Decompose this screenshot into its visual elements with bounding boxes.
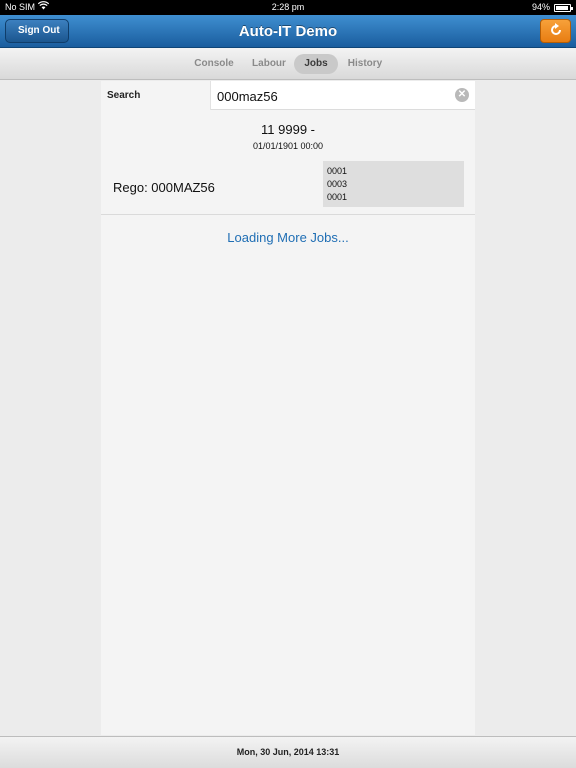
- job-code: 0001: [327, 166, 348, 176]
- tab-history[interactable]: History: [342, 54, 388, 74]
- jobs-panel: Search ✕ 11 9999 - 01/01/1901 00:00 Rego…: [101, 81, 475, 735]
- status-bar: No SIM 2:28 pm 94%: [0, 0, 576, 15]
- search-label: Search: [107, 90, 141, 101]
- job-date: 01/01/1901 00:00: [252, 141, 324, 151]
- job-number: 11 9999 -: [261, 122, 315, 137]
- clear-icon[interactable]: ✕: [455, 88, 469, 102]
- tab-labour[interactable]: Labour: [248, 54, 290, 74]
- footer-bar: Mon, 30 Jun, 2014 13:31: [0, 736, 576, 768]
- job-rego: Rego: 000MAZ56: [113, 180, 215, 195]
- tab-console[interactable]: Console: [190, 54, 238, 74]
- battery-icon: [554, 4, 573, 12]
- navigation-bar: Sign Out Auto-IT Demo: [0, 15, 576, 48]
- loading-more-jobs-link[interactable]: Loading More Jobs...: [101, 230, 475, 245]
- list-item[interactable]: 11 9999 - 01/01/1901 00:00 Rego: 000MAZ5…: [101, 111, 475, 215]
- battery-percentage: 94%: [531, 2, 550, 12]
- job-code: 0003: [327, 179, 348, 189]
- page-title: Auto-IT Demo: [238, 23, 338, 40]
- search-row: Search ✕: [101, 81, 475, 110]
- tab-jobs[interactable]: Jobs: [294, 54, 338, 74]
- refresh-button[interactable]: [540, 19, 571, 43]
- search-input[interactable]: [217, 85, 447, 107]
- status-time: 2:28 pm: [271, 2, 305, 12]
- job-code: 0001: [327, 192, 348, 202]
- segmented-tab-bar: Console Labour Jobs History: [0, 48, 576, 80]
- refresh-icon: [549, 22, 563, 39]
- search-label-cell: Search: [101, 81, 211, 110]
- footer-date: Mon, 30 Jun, 2014 13:31: [236, 747, 340, 757]
- job-codes-box: 0001 0003 0001: [323, 161, 464, 207]
